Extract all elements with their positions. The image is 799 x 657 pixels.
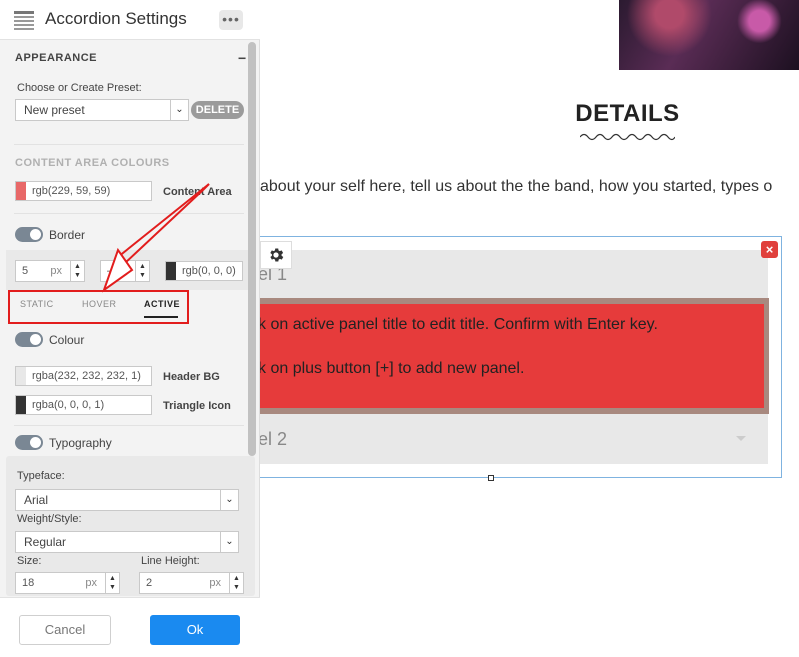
header-bg-label: Header BG — [163, 371, 220, 383]
highlight-box — [8, 290, 189, 324]
accordion-panel-1-header[interactable]: el 1 — [258, 250, 768, 298]
chevron-down-icon: ⌄ — [220, 532, 238, 552]
preset-label: Choose or Create Preset: — [17, 82, 142, 94]
typeface-value: Arial — [24, 493, 49, 507]
accordion-hint-line-1: k on active panel title to edit title. C… — [258, 316, 658, 333]
typography-toggle[interactable] — [15, 435, 43, 450]
about-paragraph: about your self here, tell us about the … — [260, 178, 773, 195]
border-style-value: — — [107, 265, 118, 277]
list-icon — [14, 11, 34, 30]
close-icon[interactable]: × — [761, 241, 778, 258]
colour-label: Colour — [49, 333, 85, 347]
divider — [14, 213, 244, 214]
border-width-input[interactable]: 5 px ▲ ▼ — [15, 260, 85, 282]
accordion-hint-line-2: k on plus button [+] to add new panel. — [258, 360, 525, 377]
font-size-value: 18 — [22, 577, 35, 589]
resize-handle[interactable] — [488, 475, 494, 481]
border-width-value: 5 — [22, 265, 29, 277]
divider — [14, 425, 244, 426]
border-width-unit: px — [50, 265, 62, 277]
weight-style-label: Weight/Style: — [17, 513, 82, 525]
line-height-label: Line Height: — [141, 555, 200, 567]
triangle-icon-color-value: rgba(0, 0, 0, 1) — [32, 399, 105, 411]
appearance-section-label: APPEARANCE — [15, 52, 98, 64]
band-photo — [619, 0, 799, 70]
accordion-panel-2-header[interactable]: el 2 — [258, 414, 768, 464]
cancel-button[interactable]: Cancel — [19, 615, 111, 645]
preset-select-value: New preset — [24, 103, 85, 117]
border-color-value: rgb(0, 0, 0) — [182, 265, 236, 277]
ok-button[interactable]: Ok — [150, 615, 240, 645]
triangle-icon-label: Triangle Icon — [163, 400, 231, 412]
panel-scrollbar[interactable] — [248, 42, 256, 456]
line-height-input[interactable]: 2 px ▲ ▼ — [139, 572, 244, 594]
accordion-panel-1-content[interactable]: k on active panel title to edit title. C… — [258, 304, 764, 408]
content-area-colours-label: CONTENT AREA COLOURS — [15, 157, 170, 169]
accordion-panel-2-title[interactable]: el 2 — [258, 429, 287, 450]
typeface-select[interactable]: Arial ⌄ — [15, 489, 239, 511]
stepper-arrows-icon[interactable]: ▲ ▼ — [105, 573, 119, 593]
preset-select[interactable]: New preset ⌄ — [15, 99, 189, 121]
panel-title: Accordion Settings — [45, 9, 187, 28]
chevron-down-icon: ⌄ — [170, 100, 188, 120]
border-toggle[interactable] — [15, 227, 43, 242]
delete-preset-button[interactable]: DELETE — [191, 101, 244, 119]
panel-footer: Cancel Ok — [0, 597, 260, 657]
colour-toggle[interactable] — [15, 332, 43, 347]
weight-style-value: Regular — [24, 535, 67, 549]
font-size-input[interactable]: 18 px ▲ ▼ — [15, 572, 120, 594]
gear-icon-glyph — [270, 248, 284, 262]
border-style-select[interactable]: — ▲ ▼ — [100, 260, 150, 282]
typeface-label: Typeface: — [17, 470, 65, 482]
stepper-arrows-icon[interactable]: ▲ ▼ — [70, 261, 84, 281]
content-area-swatch[interactable] — [16, 182, 26, 200]
font-size-unit: px — [85, 577, 97, 589]
collapse-button[interactable]: − — [238, 50, 246, 66]
stepper-arrows-icon[interactable]: ▲ ▼ — [229, 573, 243, 593]
typography-label: Typography — [49, 436, 112, 450]
gear-icon[interactable] — [260, 241, 292, 269]
content-area-color-field[interactable]: rgb(229, 59, 59) — [15, 181, 152, 201]
stepper-arrows-icon[interactable]: ▲ ▼ — [135, 261, 149, 281]
chevron-down-icon: ⌄ — [220, 490, 238, 510]
border-label: Border — [49, 228, 86, 242]
content-area-label: Content Area — [163, 186, 232, 198]
content-area-color-value: rgb(229, 59, 59) — [32, 185, 111, 197]
weight-style-select[interactable]: Regular ⌄ — [15, 531, 239, 553]
triangle-icon-color-field[interactable]: rgba(0, 0, 0, 1) — [15, 395, 152, 415]
size-label: Size: — [17, 555, 42, 567]
header-bg-color-value: rgba(232, 232, 232, 1) — [32, 370, 141, 382]
line-height-unit: px — [209, 577, 221, 589]
triangle-icon-swatch[interactable] — [16, 396, 26, 414]
border-color-field[interactable]: rgb(0, 0, 0) — [165, 261, 243, 281]
triangle-down-icon — [736, 436, 746, 441]
more-options-button[interactable]: ••• — [219, 10, 243, 30]
wave-divider-icon — [580, 133, 675, 141]
accordion-settings-panel: Accordion Settings ••• APPEARANCE − Choo… — [0, 0, 260, 657]
header-bg-color-field[interactable]: rgba(232, 232, 232, 1) — [15, 366, 152, 386]
line-height-value: 2 — [146, 577, 153, 589]
border-color-swatch[interactable] — [166, 262, 176, 280]
panel-header: Accordion Settings ••• — [0, 0, 260, 40]
details-heading: DETAILS — [575, 100, 680, 127]
header-bg-swatch[interactable] — [16, 367, 26, 385]
divider — [14, 144, 244, 145]
